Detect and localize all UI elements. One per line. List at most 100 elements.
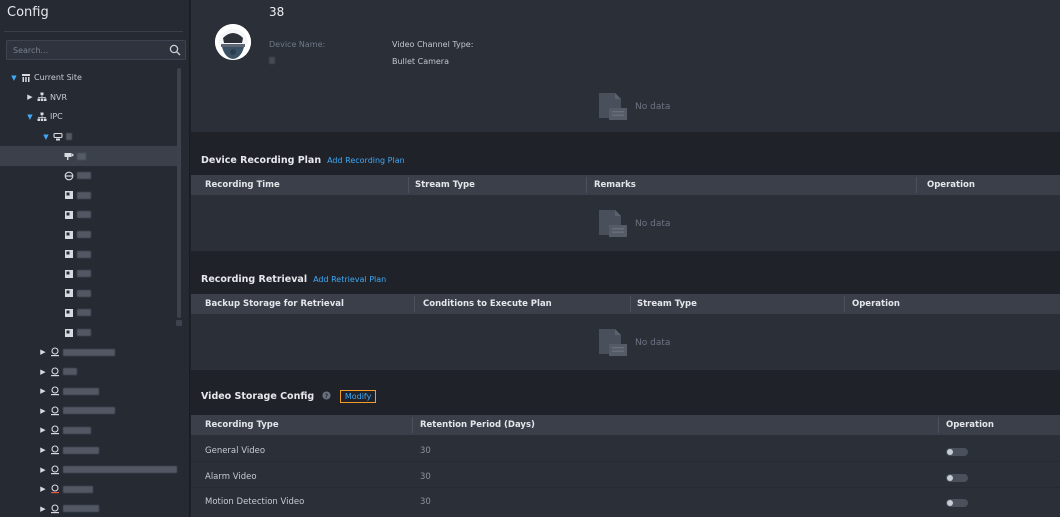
tree-item-channel[interactable] (0, 323, 180, 343)
redacted-name (77, 172, 91, 180)
toggle-knob (947, 475, 953, 481)
tree-item-channel[interactable] (0, 205, 180, 225)
storage-table-header: Recording Type Retention Period (Days) O… (191, 415, 1060, 435)
tree-item-label: Current Site (34, 73, 82, 83)
tree-item-channel[interactable] (0, 186, 180, 206)
redacted-name (77, 191, 91, 199)
tree-item-nvr[interactable]: ▶ NVR (0, 88, 180, 108)
redacted-name (63, 466, 177, 474)
tree-item-device[interactable]: ▶ (0, 401, 180, 421)
redacted-name (66, 133, 72, 141)
caret-closed-icon[interactable]: ▶ (39, 485, 47, 493)
recording-plan-title: Device Recording Plan Add Recording Plan (201, 155, 405, 166)
channel-icon (65, 289, 73, 298)
redacted-name (77, 152, 86, 160)
redacted-name (77, 231, 91, 239)
redacted-name (77, 250, 91, 258)
col-conditions: Conditions to Execute Plan (423, 299, 552, 309)
tree-item-channel-selected[interactable] (0, 146, 180, 166)
sidebar-scrollbar[interactable] (177, 68, 181, 318)
no-data-icon (599, 329, 627, 356)
redacted-name (77, 309, 91, 317)
column-divider (412, 417, 413, 433)
caret-closed-icon[interactable]: ▶ (39, 407, 47, 415)
tree-item-device[interactable]: ▶ (0, 342, 180, 362)
redacted-name (63, 368, 77, 376)
device-icon (51, 465, 59, 474)
tree-item-device[interactable]: ▶ (0, 460, 180, 480)
tree-item-channel[interactable] (0, 284, 180, 304)
search-icon[interactable] (169, 44, 181, 56)
tree-item-channel[interactable] (0, 264, 180, 284)
retrieval-table-body: No data (191, 314, 1060, 370)
enable-toggle[interactable] (946, 448, 968, 456)
device-name-label: Device Name: (269, 40, 326, 49)
col-remarks: Remarks (594, 180, 636, 190)
tree-item-ipc-device[interactable]: ▼ (0, 127, 180, 147)
col-operation: Operation (946, 420, 994, 430)
enable-toggle[interactable] (946, 499, 968, 507)
caret-closed-icon[interactable]: ▶ (26, 93, 34, 101)
caret-closed-icon[interactable]: ▶ (39, 387, 47, 395)
caret-closed-icon[interactable]: ▶ (39, 368, 47, 376)
cell-retention-days: 30 (420, 446, 431, 456)
main-content: 38 Device Name: Video Channel Type: Bull… (191, 0, 1060, 517)
redacted-name (63, 446, 99, 454)
row-divider (191, 487, 1060, 488)
dome-camera-icon (64, 171, 74, 181)
device-icon (51, 425, 59, 435)
device-name-redacted (269, 57, 275, 64)
bullet-camera-icon (64, 153, 74, 161)
search-input[interactable] (13, 43, 163, 57)
tree-item-channel[interactable] (0, 166, 180, 186)
tree-item-device[interactable]: ▶ (0, 362, 180, 382)
channel-icon (65, 210, 73, 219)
tree-item-channel[interactable] (0, 225, 180, 245)
col-retention-period: Retention Period (Days) (420, 420, 535, 430)
column-divider (586, 177, 587, 193)
caret-open-icon[interactable]: ▼ (26, 113, 34, 121)
caret-open-icon[interactable]: ▼ (42, 133, 50, 141)
add-retrieval-plan-link[interactable]: Add Retrieval Plan (313, 275, 386, 284)
redacted-name (63, 407, 115, 415)
splitter-handle[interactable] (176, 320, 182, 326)
device-number: 38 (269, 5, 285, 19)
caret-closed-icon[interactable]: ▶ (39, 348, 47, 356)
modify-button[interactable]: Modify (339, 390, 377, 403)
cell-recording-type: Alarm Video (205, 472, 257, 482)
col-stream-type: Stream Type (637, 299, 697, 309)
no-data-icon (599, 210, 627, 237)
add-recording-plan-link[interactable]: Add Recording Plan (327, 156, 405, 165)
tree-item-current-site[interactable]: ▼ Current Site (0, 68, 180, 88)
caret-closed-icon[interactable]: ▶ (39, 446, 47, 454)
caret-closed-icon[interactable]: ▶ (39, 505, 47, 513)
enable-toggle[interactable] (946, 474, 968, 482)
config-sidebar: Config ▼ Current Site ▶ (0, 0, 190, 517)
channel-icon (65, 250, 73, 259)
tree-item-device[interactable]: ▶ (0, 421, 180, 441)
sidebar-divider (4, 31, 183, 32)
tree-item-channel[interactable] (0, 303, 180, 323)
device-icon (51, 445, 59, 455)
redacted-name (77, 289, 91, 297)
site-icon (22, 73, 30, 82)
redacted-name (63, 348, 115, 356)
redacted-name (77, 211, 91, 219)
tree-item-device[interactable]: ▶ (0, 440, 180, 460)
cell-recording-type: General Video (205, 446, 266, 456)
tree-item-device[interactable]: ▶ (0, 382, 180, 402)
svg-text:?: ? (324, 393, 328, 400)
col-recording-time: Recording Time (205, 180, 280, 190)
tree-item-device[interactable]: ▶ (0, 499, 180, 517)
cell-retention-days: 30 (420, 472, 431, 482)
tree-item-label: IPC (50, 112, 63, 122)
tree-item-channel[interactable] (0, 244, 180, 264)
caret-closed-icon[interactable]: ▶ (39, 466, 47, 474)
tree-item-ipc[interactable]: ▼ IPC (0, 107, 180, 127)
caret-open-icon[interactable]: ▼ (10, 74, 18, 82)
redacted-name (77, 270, 91, 278)
caret-closed-icon[interactable]: ▶ (39, 426, 47, 434)
toggle-knob (947, 449, 953, 455)
help-icon[interactable]: ? (321, 391, 331, 400)
tree-item-device[interactable]: ▶ (0, 479, 180, 499)
